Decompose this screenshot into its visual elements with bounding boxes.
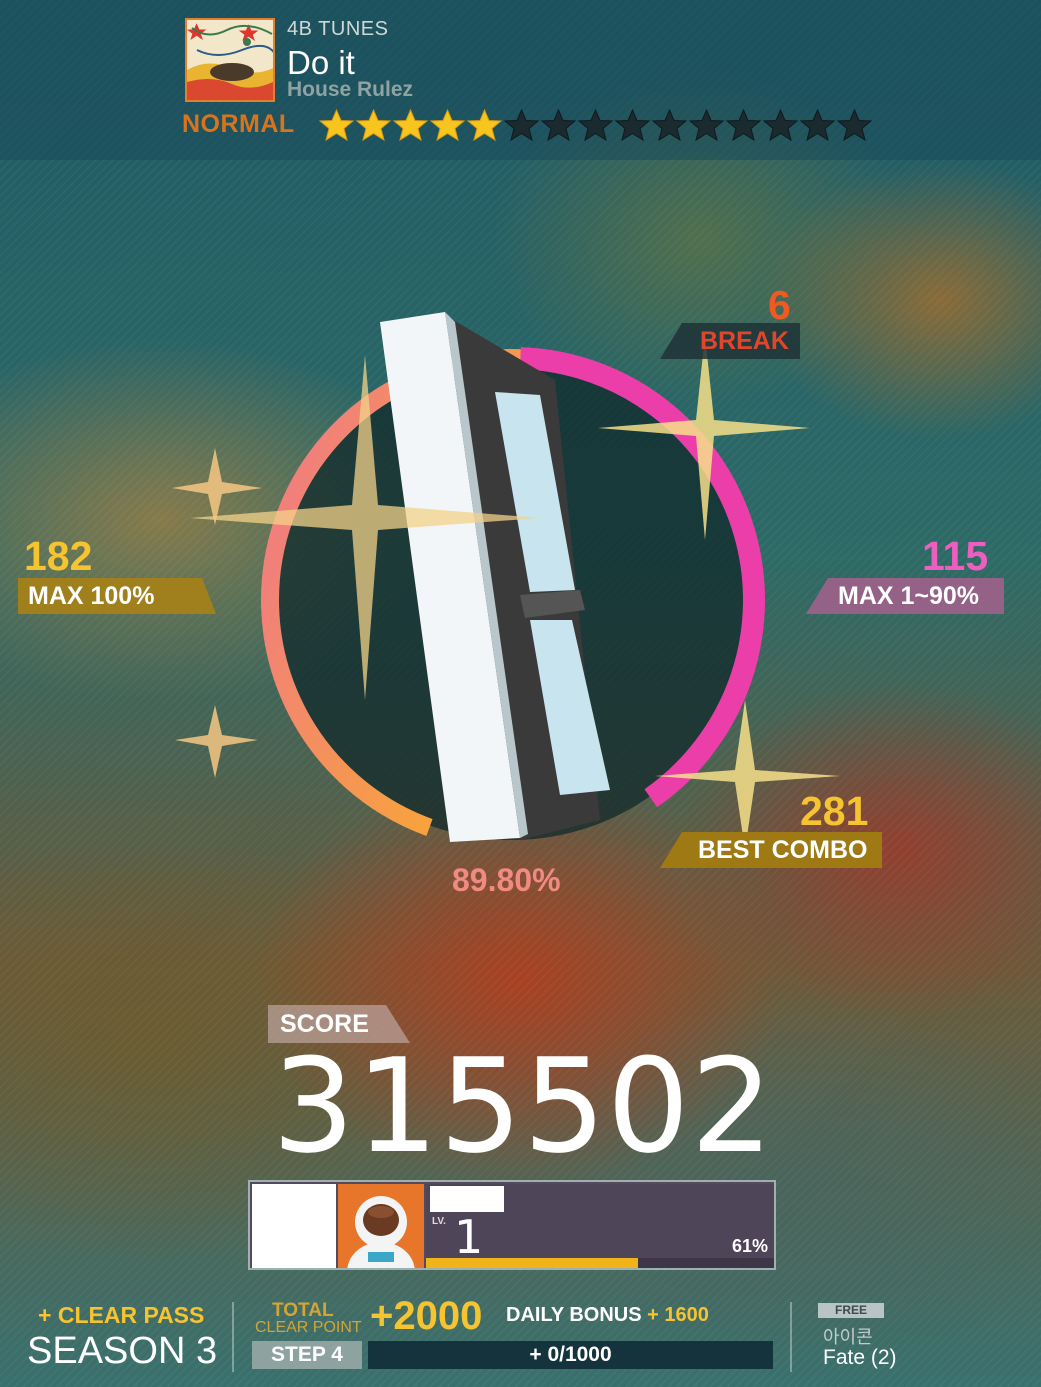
step-progress: + 0/1000 <box>368 1341 773 1369</box>
break-label: BREAK <box>660 323 800 359</box>
xp-percent: 61% <box>731 1236 768 1256</box>
divider <box>232 1302 234 1372</box>
step-progress-text: 0/1000 <box>547 1343 612 1366</box>
reward-name: Fate (2) <box>823 1346 897 1369</box>
best-combo-count: 281 <box>800 788 869 834</box>
level-value: 1 <box>454 1210 484 1264</box>
points-gained: +2000 <box>370 1294 483 1338</box>
daily-bonus-value: 1600 <box>664 1304 709 1326</box>
level-label: LV. <box>432 1216 446 1227</box>
plus-icon: + <box>529 1343 542 1366</box>
season-label: SEASON 3 <box>27 1330 218 1372</box>
astronaut-icon <box>338 1184 424 1268</box>
break-count: 6 <box>768 282 791 328</box>
daily-bonus-label: DAILY BONUS <box>506 1304 642 1326</box>
level-panel: LV. 1 61% <box>426 1184 774 1268</box>
clear-pass-label: + CLEAR PASS <box>38 1302 204 1329</box>
clear-pass-text: CLEAR PASS <box>57 1302 205 1328</box>
daily-bonus: DAILY BONUS + 1600 <box>506 1304 709 1326</box>
max-100-count: 182 <box>24 533 93 579</box>
xp-bar-fill <box>426 1258 639 1268</box>
player-name-box <box>430 1186 504 1212</box>
divider <box>790 1302 792 1372</box>
clear-point-label: CLEAR POINT <box>255 1319 362 1336</box>
accuracy-rate: 89.80% <box>452 862 561 898</box>
free-badge: FREE <box>818 1303 884 1318</box>
step-badge: STEP 4 <box>252 1341 362 1369</box>
max-90-label: MAX 1~90% <box>806 578 1004 614</box>
max-100-label: MAX 100% <box>18 578 216 614</box>
player-card[interactable]: LV. 1 61% <box>248 1180 776 1270</box>
best-combo-label: BEST COMBO <box>660 832 882 868</box>
max-90-count: 115 <box>922 533 989 579</box>
plus-icon: + <box>38 1302 52 1328</box>
player-frame <box>252 1184 336 1268</box>
score-value: 315502 <box>272 1030 775 1182</box>
